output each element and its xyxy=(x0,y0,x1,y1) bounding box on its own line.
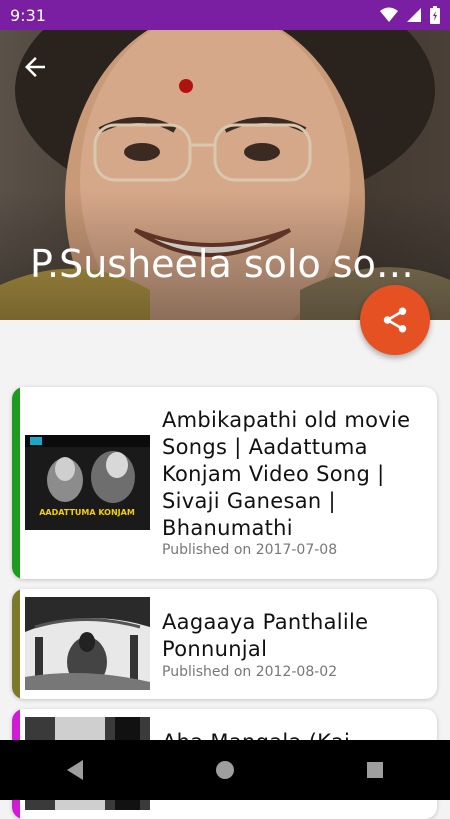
nav-back-button[interactable] xyxy=(55,750,95,790)
share-icon xyxy=(383,307,407,333)
nav-recents-icon xyxy=(367,762,383,778)
page-title: P.Susheela solo so… xyxy=(30,242,414,286)
thumbnail-caption: AADATTUMA KONJAM xyxy=(39,508,135,517)
video-card[interactable]: Aagaaya Panthalile Ponnunjal Published o… xyxy=(12,589,437,699)
card-color-stripe xyxy=(12,589,20,699)
header: P.Susheela solo so… xyxy=(0,30,450,320)
video-thumbnail xyxy=(25,597,150,690)
status-bar: 9:31 xyxy=(0,0,450,30)
signal-icon xyxy=(407,8,421,22)
video-title: Ambikapathi old movie Songs | Aadattuma … xyxy=(162,408,411,540)
video-thumbnail: AADATTUMA KONJAM xyxy=(25,435,150,530)
nav-home-button[interactable] xyxy=(205,750,245,790)
video-date: Published on 2012-08-02 xyxy=(162,664,338,680)
card-color-stripe xyxy=(12,387,20,579)
nav-back-icon xyxy=(67,760,83,780)
video-card[interactable]: AADATTUMA KONJAM Ambikapathi old movie S… xyxy=(12,387,437,579)
system-nav-bar xyxy=(0,740,450,800)
video-date: Published on 2017-07-08 xyxy=(162,542,338,558)
status-time: 9:31 xyxy=(10,5,46,25)
share-button[interactable] xyxy=(360,285,430,355)
nav-home-icon xyxy=(216,761,234,779)
nav-recents-button[interactable] xyxy=(355,750,395,790)
battery-icon xyxy=(430,6,440,24)
status-icons xyxy=(380,6,440,24)
back-arrow-icon[interactable] xyxy=(20,52,50,82)
wifi-icon xyxy=(380,7,398,22)
video-title: Aagaaya Panthalile Ponnunjal xyxy=(162,610,369,661)
